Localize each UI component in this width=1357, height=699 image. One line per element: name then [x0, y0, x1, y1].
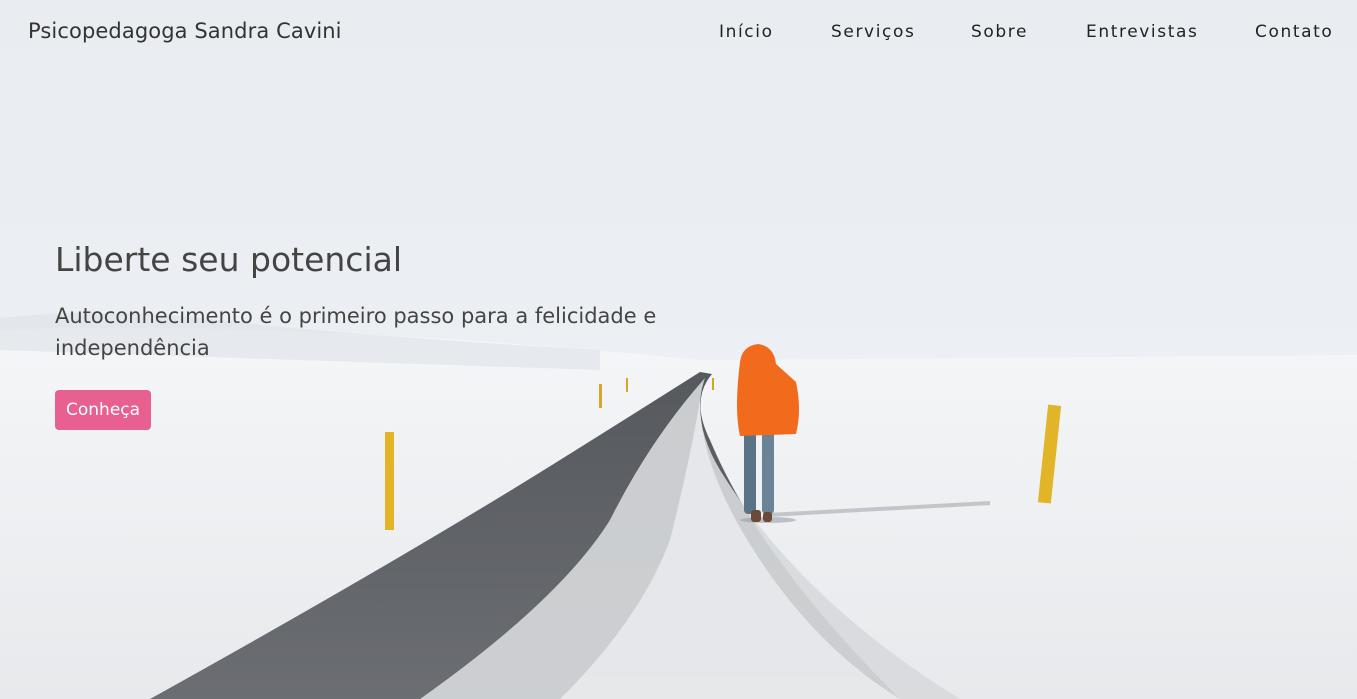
hero-subheadline: Autoconhecimento é o primeiro passo para…	[55, 304, 657, 360]
conheca-button[interactable]: Conheça	[55, 390, 152, 430]
nav-item-sobre[interactable]: Sobre	[971, 22, 1028, 42]
navbar: Psicopedagoga Sandra Cavini Início Servi…	[0, 0, 1357, 66]
hero-section: Psicopedagoga Sandra Cavini Início Servi…	[0, 0, 1357, 699]
nav-item-entrevistas[interactable]: Entrevistas	[1086, 22, 1198, 42]
hero-content: Liberte seu potencial Autoconhecimento é…	[55, 238, 775, 430]
nav-menu: Início Serviços Sobre Entrevistas Contat…	[0, 22, 1357, 46]
nav-item-contato[interactable]: Contato	[1255, 22, 1333, 42]
nav-item-inicio[interactable]: Início	[719, 22, 774, 42]
hero-headline: Liberte seu potencial	[55, 240, 402, 279]
nav-item-servicos[interactable]: Serviços	[831, 22, 915, 42]
